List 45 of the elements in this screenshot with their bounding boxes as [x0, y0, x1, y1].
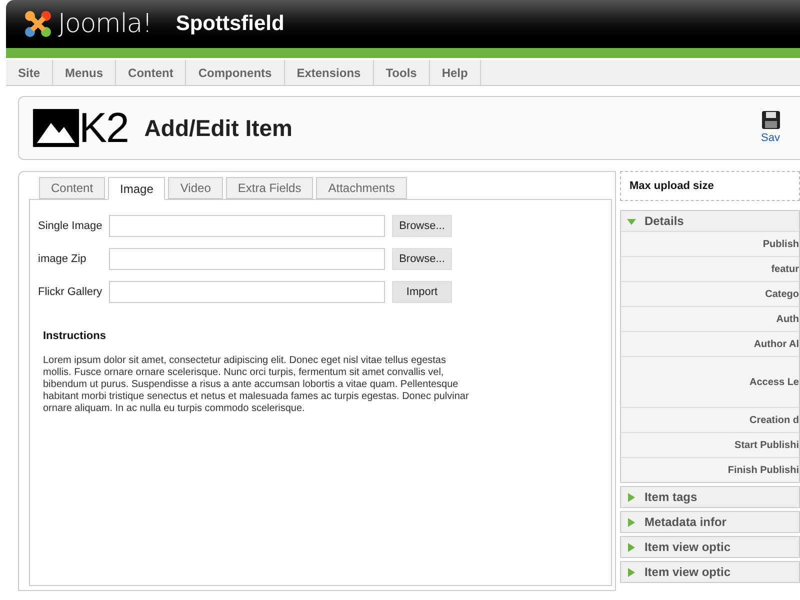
- section-header[interactable]: Item view optic: [621, 562, 799, 582]
- tab[interactable]: Attachments: [316, 177, 407, 199]
- detail-label: featur: [771, 262, 799, 276]
- field-label: image Zip: [38, 252, 88, 267]
- mountain-logo-icon: [33, 109, 79, 147]
- detail-label: Finish Publishi: [728, 464, 799, 478]
- browse-button[interactable]: Browse...: [392, 248, 452, 270]
- site-name: Spottsfield: [176, 11, 284, 38]
- input-field[interactable]: [109, 281, 385, 303]
- section-header[interactable]: Item view optic: [621, 537, 799, 557]
- detail-label: Auth: [776, 312, 799, 326]
- browse-button[interactable]: Browse...: [392, 215, 452, 237]
- detail-label: Author Al: [754, 338, 799, 352]
- upload-label: Max upload size: [629, 178, 714, 194]
- menu-item[interactable]: Help: [430, 60, 481, 85]
- detail-label: Start Publishi: [734, 438, 799, 452]
- menu-item[interactable]: Menus: [53, 60, 116, 85]
- detail-label: Creation d: [750, 414, 799, 428]
- save-link[interactable]: Sav: [761, 130, 780, 146]
- detail-label: Access Le: [750, 376, 799, 390]
- menu-item[interactable]: Extensions: [284, 60, 374, 85]
- menu-item[interactable]: Tools: [374, 60, 430, 85]
- instructions-heading: Instructions: [43, 329, 107, 344]
- field-label: Flickr Gallery: [38, 284, 104, 300]
- tab[interactable]: Image: [108, 177, 166, 200]
- detail-label: Publish: [762, 238, 799, 252]
- section-header[interactable]: Metadata infor: [621, 512, 799, 532]
- menu-item[interactable]: Components: [186, 60, 285, 85]
- page-title: Add/Edit Item: [144, 114, 293, 143]
- joomla-logo-icon: [22, 8, 54, 40]
- tab[interactable]: Extra Fields: [226, 177, 314, 199]
- detail-label: Catego: [765, 288, 799, 302]
- field-label: Single Image: [38, 218, 104, 234]
- section-header[interactable]: Item tags: [621, 487, 799, 507]
- input-field[interactable]: [109, 215, 385, 237]
- section-header[interactable]: Details: [621, 211, 799, 231]
- menu-item[interactable]: Content: [116, 60, 186, 85]
- k2-logo: K2: [79, 107, 128, 149]
- browse-button[interactable]: Import: [392, 281, 452, 303]
- menu-item[interactable]: Site: [6, 60, 54, 85]
- instructions-text: Lorem ipsum dolor sit amet, consectetur adipiscing elit. Donec eget nisl vitae tellus egestas mollis. Fusce ornare ornare scelerisque. Nunc orci turpis, fermentum sit amet convallis vel, bibendum ut purus. Suspendisse a risus a ante accumsan lobortis a vitae quam. Pellentesque habitant morbi tristique senectus et netus et malesuada fames ac turpis egestas. Donec pulvinar ornare aliquam. In ac nulla eu turpis commodo scelerisque.: [43, 354, 470, 414]
- tab[interactable]: Content: [39, 177, 106, 199]
- tab[interactable]: Video: [168, 177, 223, 199]
- brand-name: Joomla!: [58, 8, 152, 40]
- input-field[interactable]: [109, 248, 385, 270]
